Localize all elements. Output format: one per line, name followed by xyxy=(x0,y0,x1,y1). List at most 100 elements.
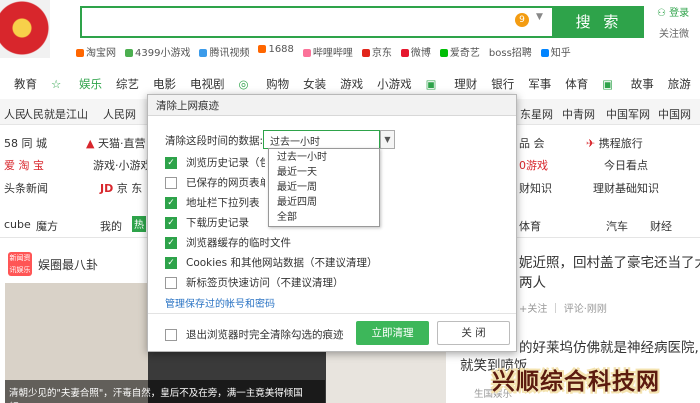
quicklink[interactable]: 爱奇艺 xyxy=(439,44,480,59)
time-range-select[interactable]: 过去一小时 xyxy=(263,130,380,149)
checkbox-label: 已保存的网页表单 xyxy=(186,177,265,189)
search-button[interactable]: 搜 索 xyxy=(554,6,644,38)
nav-item-travel[interactable]: 旅游 xyxy=(668,76,691,92)
follow-link[interactable]: 关注微 xyxy=(659,25,689,40)
checkbox-address-bar[interactable]: ✓ 地址栏下拉列表 xyxy=(165,195,265,210)
search-history-badge: 9 xyxy=(515,13,529,27)
left-link[interactable]: 58 同 城 xyxy=(4,135,47,151)
checkbox-download-history[interactable]: ✓ 下载历史记录 xyxy=(165,215,265,230)
bilibili-icon xyxy=(302,49,311,57)
nav-item-military[interactable]: 军事 xyxy=(528,76,551,92)
tab-mine[interactable]: 我的 xyxy=(100,218,122,234)
checkbox-checked-icon[interactable]: ✓ xyxy=(165,156,177,169)
nav-item-story[interactable]: ▣ 故事 xyxy=(602,76,654,92)
headline-1[interactable]: 妮近照，回村盖了豪宅还当了大 xyxy=(519,251,700,271)
nav-item-entertainment[interactable]: ☆ 娱乐 xyxy=(51,76,102,92)
checkbox-cookies[interactable]: ✓ Cookies 和其他网站数据（不建议清理） xyxy=(165,255,377,270)
checkbox-cache[interactable]: ✓ 浏览器缓存的临时文件 xyxy=(165,235,291,250)
taobao-icon xyxy=(76,49,84,57)
quicklink[interactable]: 京东 xyxy=(361,44,392,59)
quicklink[interactable]: 知乎 xyxy=(540,44,571,59)
tab-cube[interactable]: cube xyxy=(4,218,31,231)
photo-caption[interactable]: 清朝少见的"夫妻合照"，汗毒自然，皇后不及在旁，满一主竟美得倾国倾... xyxy=(5,380,325,403)
checkbox-browsing-history[interactable]: ✓ 浏览历史记录（包 xyxy=(165,155,265,170)
checkbox-checked-icon[interactable]: ✓ xyxy=(165,256,177,269)
checkbox-checked-icon[interactable]: ✓ xyxy=(165,196,177,209)
checkbox-saved-forms[interactable]: 已保存的网页表单 xyxy=(165,175,265,190)
quicklink[interactable]: 4399小游戏 xyxy=(125,44,190,59)
chevron-down-icon[interactable]: ▼ xyxy=(536,12,543,22)
quicklink[interactable]: 微博 xyxy=(400,44,431,59)
headline-3[interactable]: 的好莱坞仿佛就是神经病医院, xyxy=(519,336,699,356)
nav-item-movie[interactable]: 电影 xyxy=(153,76,176,92)
left-link[interactable]: JD 京 东 xyxy=(100,180,142,196)
clear-traces-dialog: 清除上网痕迹 清除这段时间的数据: 过去一小时 ▼ ✓ 浏览历史记录（包 已保存… xyxy=(147,94,517,352)
nav-item-shopping[interactable]: ◎ 购物 xyxy=(238,76,289,92)
left-link[interactable]: 头条新闻 xyxy=(4,180,48,196)
shop-icon xyxy=(258,45,267,53)
weibo-icon xyxy=(400,49,409,57)
user-icon: ⚇ xyxy=(657,8,666,19)
right-link[interactable]: 0游戏 xyxy=(519,157,548,173)
tab-sports[interactable]: 体育 xyxy=(519,218,541,234)
right-link[interactable]: 财知识 xyxy=(519,180,552,196)
nav-item-bank[interactable]: 银行 xyxy=(491,76,514,92)
nav-item-finance[interactable]: ▣ 理财 xyxy=(426,76,478,92)
secondary-link[interactable]: 东星网 xyxy=(520,106,553,122)
left-link[interactable]: 爱 淘 宝 xyxy=(4,157,44,173)
left-link[interactable]: 游戏·小游戏 xyxy=(93,157,152,173)
checkbox-checked-icon[interactable]: ✓ xyxy=(165,236,177,249)
nav-item-tv[interactable]: 电视剧 xyxy=(190,76,225,92)
hot-tag[interactable]: 热 xyxy=(132,216,146,232)
quicklink[interactable]: boss招聘 xyxy=(489,44,532,59)
ctrip-icon: ✈ xyxy=(586,137,596,150)
right-link[interactable]: 今日看点 xyxy=(604,157,648,173)
quicklink[interactable]: 1688 xyxy=(258,44,294,59)
nav-item-minigames[interactable]: 小游戏 xyxy=(377,76,412,92)
tab-finance[interactable]: 财经 xyxy=(650,218,672,234)
checkbox-unchecked-icon[interactable] xyxy=(165,328,177,341)
nav-item-women[interactable]: 女装 xyxy=(303,76,326,92)
dropdown-option[interactable]: 全部 xyxy=(269,210,379,225)
search-input[interactable] xyxy=(80,6,554,38)
left-link[interactable]: ▲ 天猫·直营 xyxy=(86,135,145,151)
quicklink[interactable]: 腾讯视频 xyxy=(199,44,249,59)
dropdown-option[interactable]: 最近一天 xyxy=(269,165,379,180)
nav-item-education[interactable]: 教育 xyxy=(14,76,37,92)
nav-item-variety[interactable]: 综艺 xyxy=(116,76,139,92)
feed-title[interactable]: 娱圈最八卦 xyxy=(38,256,98,273)
dropdown-option[interactable]: 最近四周 xyxy=(269,195,379,210)
quicklink[interactable]: 淘宝网 xyxy=(76,44,116,59)
secondary-link[interactable]: 中国军网 xyxy=(606,106,650,122)
tab-mofang[interactable]: 魔方 xyxy=(36,218,58,234)
site-logo[interactable] xyxy=(0,0,50,58)
checkbox-label: Cookies 和其他网站数据（不建议清理） xyxy=(186,257,378,269)
news-tag-badge: 新闻资讯娱乐 xyxy=(8,252,32,276)
login-link[interactable]: ⚇ 登录 xyxy=(657,7,689,21)
checkbox-unchecked-icon[interactable] xyxy=(165,176,177,189)
secondary-link[interactable]: 中国网 xyxy=(658,106,691,122)
tab-auto[interactable]: 汽车 xyxy=(606,218,628,234)
nav-item-games[interactable]: 游戏 xyxy=(340,76,363,92)
checkbox-newtab[interactable]: 新标签页快速访问（不建议清理） xyxy=(165,275,344,290)
select-arrow-icon[interactable]: ▼ xyxy=(380,130,395,149)
dropdown-option[interactable]: 最近一周 xyxy=(269,180,379,195)
right-link[interactable]: ✈ 携程旅行 xyxy=(586,135,643,151)
quicklink[interactable]: 哔哩哔哩 xyxy=(302,44,353,59)
manage-passwords-link[interactable]: 管理保存过的帐号和密码 xyxy=(165,295,275,310)
headline-2[interactable]: 两人 xyxy=(519,271,546,291)
checkbox-clear-on-exit[interactable]: 退出浏览器时完全清除勾选的痕迹 xyxy=(165,327,344,342)
nav-item-sports[interactable]: 体育 xyxy=(565,76,588,92)
secondary-link[interactable]: 人民就是江山 xyxy=(22,106,88,122)
checkbox-checked-icon[interactable]: ✓ xyxy=(165,216,177,229)
checkbox-unchecked-icon[interactable] xyxy=(165,276,177,289)
dropdown-option[interactable]: 过去一小时 xyxy=(269,150,379,165)
close-button[interactable]: 关 闭 xyxy=(437,321,510,345)
right-link[interactable]: 品 会 xyxy=(519,135,545,151)
secondary-link[interactable]: 人民网 xyxy=(103,106,136,122)
secondary-link[interactable]: 中青网 xyxy=(562,106,595,122)
clean-now-button[interactable]: 立即清理 xyxy=(356,321,429,345)
game-icon xyxy=(125,49,133,57)
jd-logo-icon: JD xyxy=(100,182,114,195)
right-link[interactable]: 理财基础知识 xyxy=(593,180,659,196)
